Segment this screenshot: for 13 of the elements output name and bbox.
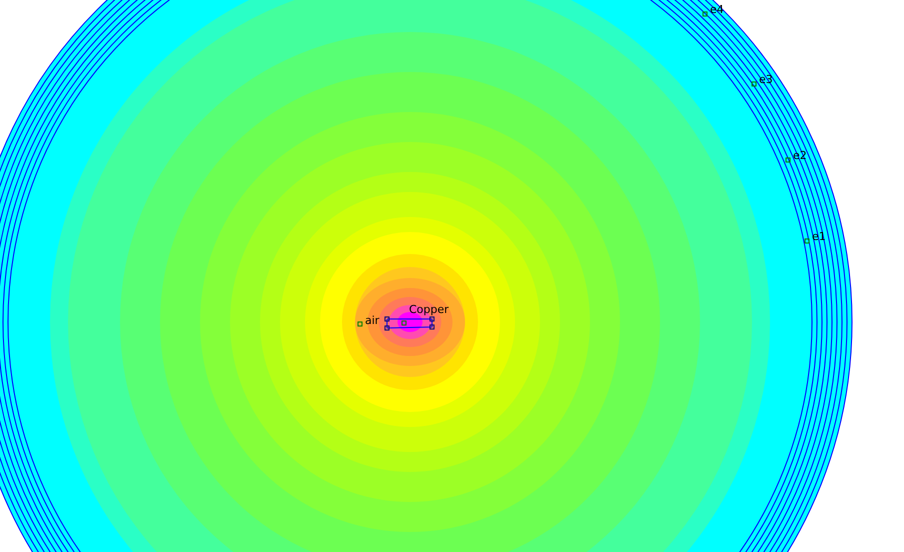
- region-label: Copper: [409, 303, 449, 316]
- node-marker-icon: [430, 316, 434, 322]
- label-marker-icon: [702, 12, 708, 16]
- label-marker-icon: [752, 82, 756, 86]
- label-marker-icon: [786, 158, 790, 162]
- label-marker-icon: [804, 238, 810, 244]
- node-marker-icon: [384, 326, 390, 330]
- label-marker-icon: [402, 320, 406, 326]
- node-marker-icon: [430, 324, 434, 330]
- label-marker-icon: [358, 322, 362, 326]
- node-marker-icon: [384, 316, 390, 322]
- conductor-outline: [386, 318, 432, 329]
- region-label: air: [365, 314, 380, 327]
